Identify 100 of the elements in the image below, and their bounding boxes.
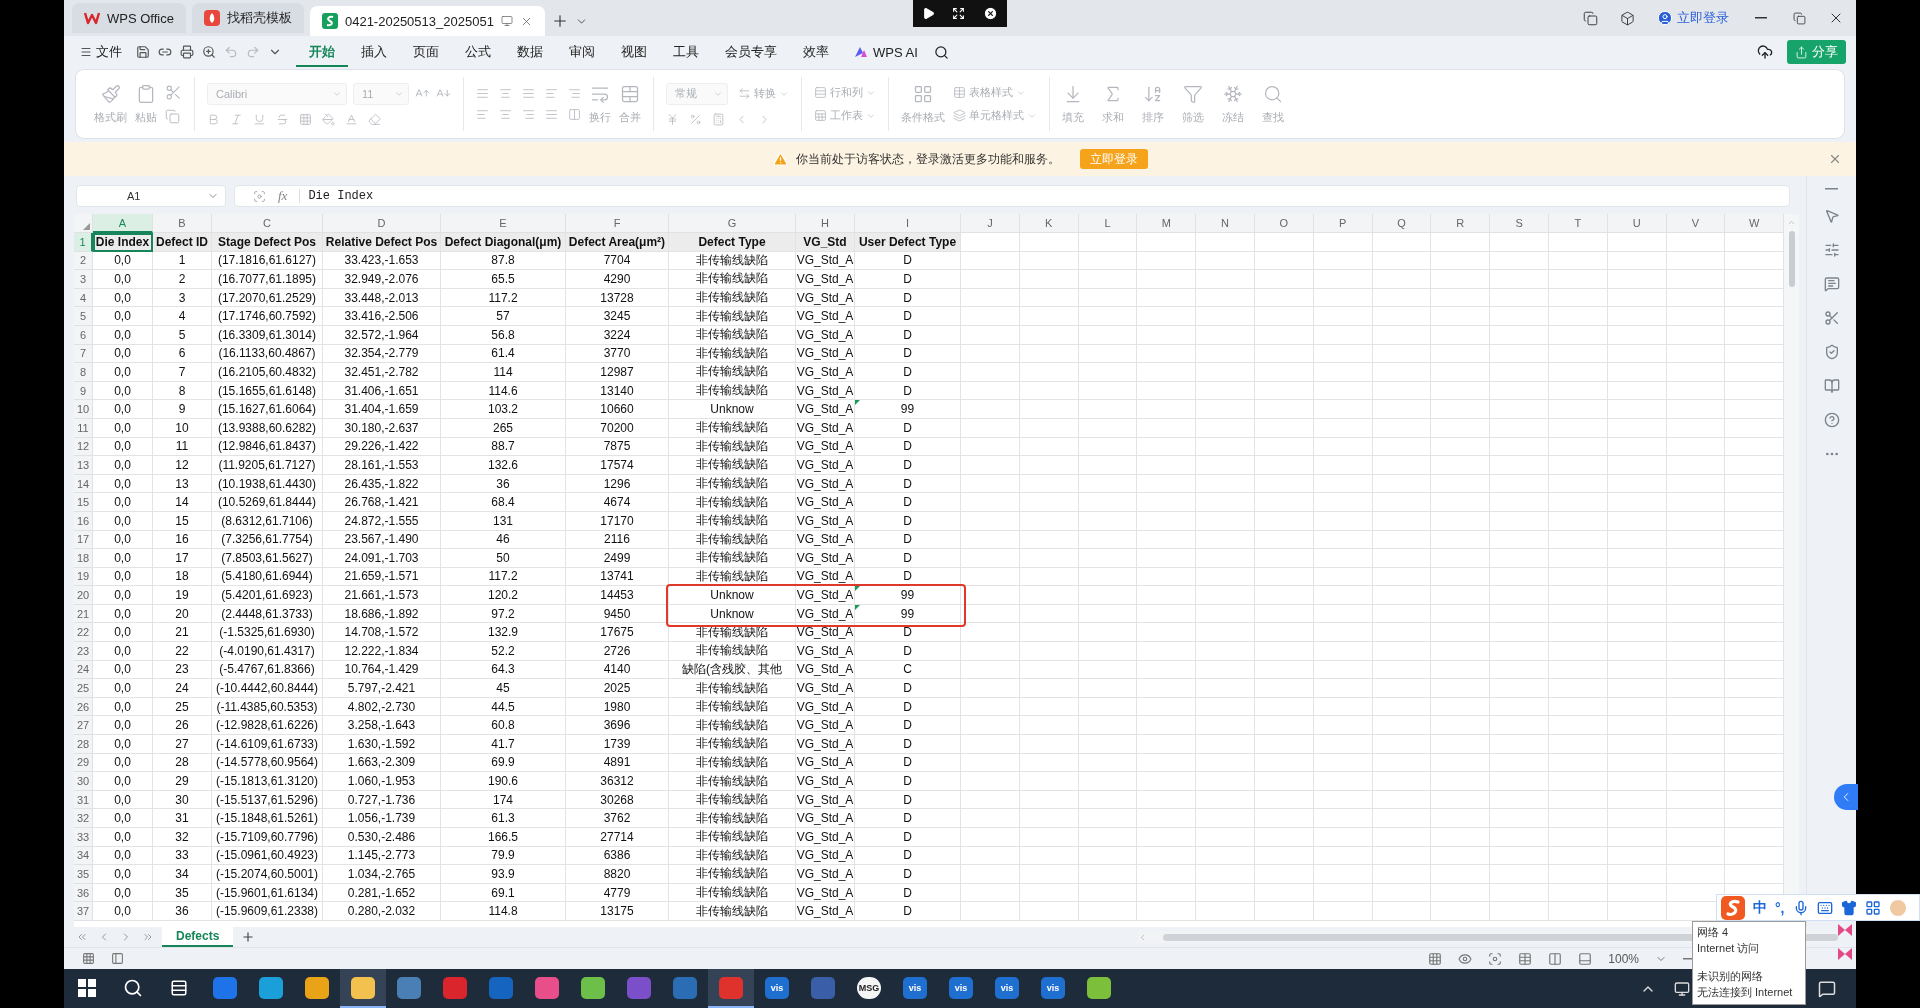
shirt-icon[interactable] xyxy=(1840,899,1857,916)
print-icon[interactable] xyxy=(180,45,194,59)
row-number[interactable]: 5 xyxy=(74,307,93,326)
column-header[interactable]: W xyxy=(1725,214,1784,233)
row-number[interactable]: 32 xyxy=(74,809,93,828)
taskbar-button[interactable]: vis xyxy=(938,969,984,1008)
column-header[interactable]: E xyxy=(441,214,566,233)
pointer-icon[interactable] xyxy=(1823,208,1840,224)
zoom-level[interactable]: 100% xyxy=(1608,951,1639,966)
ai-button[interactable]: WPS AI xyxy=(854,44,918,60)
ribbon-tab[interactable]: 视图 xyxy=(608,37,660,67)
help-icon[interactable] xyxy=(1823,412,1840,428)
row-number[interactable]: 27 xyxy=(74,716,93,736)
punctuation-toggle[interactable]: °, xyxy=(1775,899,1785,916)
row-number[interactable]: 35 xyxy=(74,865,93,884)
share-button[interactable]: 分享 xyxy=(1787,40,1846,64)
close-icon[interactable] xyxy=(983,6,999,21)
minus-icon[interactable] xyxy=(1825,188,1838,190)
column-header[interactable]: Q xyxy=(1372,214,1432,233)
eye-icon[interactable] xyxy=(1458,951,1473,966)
cube-button[interactable] xyxy=(1620,10,1635,26)
formula-field[interactable]: fx Die Index xyxy=(234,185,1790,207)
column-header[interactable]: L xyxy=(1078,214,1138,233)
taskbar-button[interactable]: MSG xyxy=(846,969,892,1008)
taskbar-button[interactable] xyxy=(340,969,386,1008)
function-label[interactable]: fx xyxy=(278,188,288,204)
column-header[interactable]: N xyxy=(1196,214,1255,233)
row-number[interactable]: 28 xyxy=(74,735,93,754)
input-mode-toggle[interactable]: 中 xyxy=(1753,898,1767,917)
row-number[interactable]: 13 xyxy=(74,456,93,475)
ribbon-tab[interactable]: 审阅 xyxy=(556,37,608,67)
column-header[interactable]: M xyxy=(1137,214,1197,233)
row-number[interactable]: 22 xyxy=(74,623,93,643)
zoom-out-icon[interactable] xyxy=(1683,957,1694,960)
ribbon-tab[interactable]: 效率 xyxy=(790,37,842,67)
grid-icon[interactable] xyxy=(1864,899,1881,916)
first-sheet-icon[interactable] xyxy=(76,931,88,943)
column-header[interactable]: G xyxy=(669,214,796,233)
row-number[interactable]: 15 xyxy=(74,493,93,512)
panel-icon[interactable] xyxy=(111,952,124,965)
scissors-icon[interactable] xyxy=(1823,310,1840,326)
row-number[interactable]: 37 xyxy=(74,902,93,921)
keyboard-icon[interactable] xyxy=(1816,899,1833,916)
restore-button[interactable] xyxy=(1793,11,1806,25)
print-preview-icon[interactable] xyxy=(202,45,216,59)
row-number[interactable]: 8 xyxy=(74,363,93,382)
taskbar-button[interactable]: vis xyxy=(754,969,800,1008)
ribbon-tab[interactable]: 页面 xyxy=(400,37,452,67)
window-layout-button[interactable] xyxy=(1583,10,1598,26)
comment-icon[interactable] xyxy=(1823,276,1840,292)
page-break-view-icon[interactable] xyxy=(1548,951,1563,966)
focus-icon[interactable] xyxy=(1488,951,1503,966)
column-header[interactable]: R xyxy=(1431,214,1491,233)
macro-icon[interactable] xyxy=(82,952,95,965)
row-number[interactable]: 20 xyxy=(74,586,93,605)
network-icon[interactable] xyxy=(1674,980,1690,997)
taskbar-button[interactable]: vis xyxy=(892,969,938,1008)
row-number[interactable]: 1 xyxy=(74,233,93,252)
add-sheet-icon[interactable] xyxy=(241,930,256,944)
row-number[interactable]: 18 xyxy=(74,549,93,568)
column-header[interactable]: K xyxy=(1019,214,1079,233)
row-number[interactable]: 23 xyxy=(74,642,93,661)
row-number[interactable]: 25 xyxy=(74,679,93,698)
search-icon[interactable] xyxy=(933,44,949,60)
link-icon[interactable] xyxy=(158,45,172,59)
save-icon[interactable] xyxy=(136,45,150,59)
ribbon-tab[interactable]: 数据 xyxy=(504,37,556,67)
ribbon-tab[interactable]: 插入 xyxy=(348,37,400,67)
column-header[interactable]: H xyxy=(796,214,855,233)
taskbar-button[interactable]: vis xyxy=(1030,969,1076,1008)
expand-icon[interactable] xyxy=(952,7,966,20)
shield-icon[interactable] xyxy=(1823,344,1840,360)
file-menu[interactable]: 文件 xyxy=(80,43,122,61)
column-header[interactable]: F xyxy=(566,214,669,233)
login-link[interactable]: 立即登录 xyxy=(1657,9,1729,27)
column-header[interactable]: U xyxy=(1607,214,1667,233)
column-header[interactable]: S xyxy=(1490,214,1549,233)
notification-icon[interactable] xyxy=(1818,979,1836,998)
document-tab[interactable]: 找稻壳模板 xyxy=(191,3,304,33)
ribbon-tab[interactable]: 会员专享 xyxy=(712,37,790,67)
collapse-button[interactable] xyxy=(1834,784,1858,810)
column-header[interactable]: V xyxy=(1666,214,1726,233)
taskbar-button[interactable]: vis xyxy=(984,969,1030,1008)
row-number[interactable]: 33 xyxy=(74,828,93,847)
book-icon[interactable] xyxy=(1823,378,1840,394)
column-header[interactable]: D xyxy=(323,214,441,233)
column-header[interactable]: J xyxy=(961,214,1020,233)
row-number[interactable]: 3 xyxy=(74,270,93,289)
ribbon-tab[interactable]: 开始 xyxy=(296,37,348,67)
column-header[interactable]: B xyxy=(153,214,212,233)
column-header[interactable]: C xyxy=(212,214,323,233)
scrollbar-thumb[interactable] xyxy=(1788,231,1795,287)
document-tab[interactable]: WPS Office xyxy=(72,3,186,33)
document-tab[interactable]: 0421-20250513_2025051 xyxy=(309,6,545,36)
column-header[interactable]: A xyxy=(93,214,153,233)
row-number[interactable]: 30 xyxy=(74,772,93,791)
normal-view-icon[interactable] xyxy=(1518,951,1533,966)
sheet-tab[interactable]: Defects xyxy=(162,927,234,947)
ribbon-tab[interactable]: 工具 xyxy=(660,37,712,67)
minimize-icon[interactable] xyxy=(1755,17,1767,19)
